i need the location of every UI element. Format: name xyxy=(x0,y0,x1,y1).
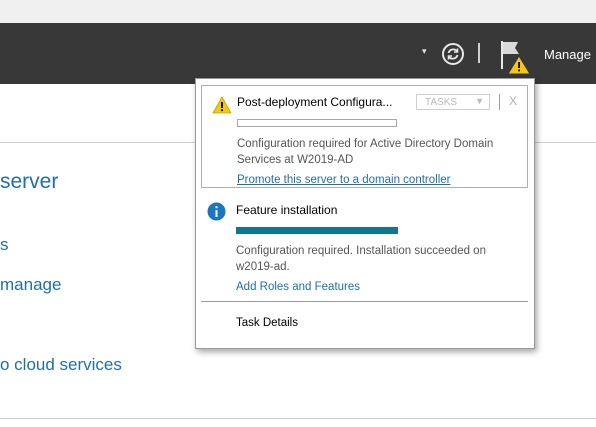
tasks-dropdown[interactable]: TASKS ▼ xyxy=(416,94,490,110)
warning-icon xyxy=(212,96,232,114)
chevron-down-icon: ▼ xyxy=(475,96,484,106)
tasks-label: TASKS xyxy=(425,97,458,108)
dashboard-link-2[interactable]: manage xyxy=(0,275,61,295)
server-manager-header: ▾ Manage xyxy=(0,23,596,84)
notifications-popup: Post-deployment Configura... TASKS ▼ X C… xyxy=(195,78,535,349)
dashboard-link-4[interactable]: o cloud services xyxy=(0,355,122,375)
divider xyxy=(0,418,596,419)
progress-bar xyxy=(236,227,398,234)
notifications-flag-icon[interactable] xyxy=(498,39,532,75)
post-deployment-notification: Post-deployment Configura... TASKS ▼ X C… xyxy=(201,85,528,188)
manage-menu[interactable]: Manage xyxy=(544,47,591,62)
close-button[interactable]: X xyxy=(509,94,517,108)
notification-title: Post-deployment Configura... xyxy=(237,95,393,109)
notification-title: Feature installation xyxy=(236,203,338,217)
progress-fill xyxy=(236,227,398,234)
toolbar-separator xyxy=(478,43,480,63)
top-strip xyxy=(0,0,596,23)
task-details-link[interactable]: Task Details xyxy=(236,317,298,329)
notification-message: Configuration required for Active Direct… xyxy=(237,138,494,166)
welcome-title: server xyxy=(0,170,59,193)
notification-message: Configuration required. Installation suc… xyxy=(236,245,486,273)
chevron-down-icon[interactable]: ▾ xyxy=(422,47,427,57)
divider xyxy=(201,301,528,302)
progress-bar xyxy=(237,119,397,127)
refresh-icon[interactable] xyxy=(441,42,465,66)
separator xyxy=(499,94,500,110)
add-roles-features-link[interactable]: Add Roles and Features xyxy=(236,281,360,293)
info-icon xyxy=(207,202,226,221)
promote-dc-link[interactable]: Promote this server to a domain controll… xyxy=(237,174,450,186)
dashboard-link-1[interactable]: s xyxy=(0,235,9,255)
